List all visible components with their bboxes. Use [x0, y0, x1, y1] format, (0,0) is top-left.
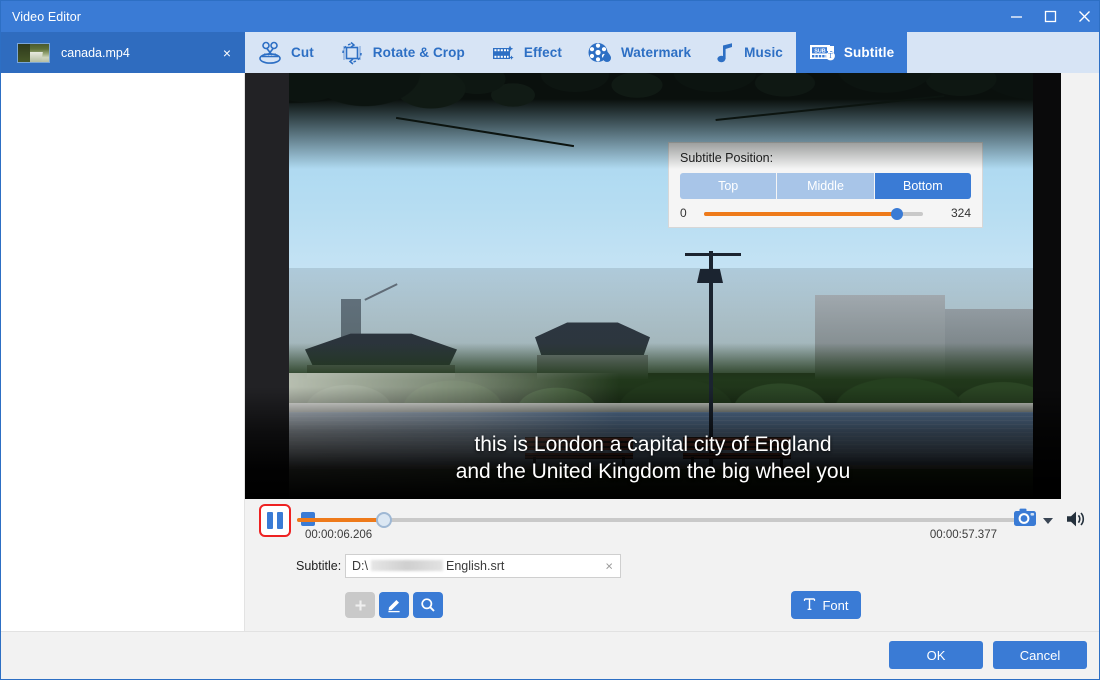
path-suffix: English.srt [445, 559, 505, 573]
snapshot-camera-icon[interactable] [1013, 507, 1039, 534]
font-T-icon [803, 597, 816, 614]
lamp-arm [685, 253, 741, 256]
subtitle-line-2: and the United Kingdom the big wheel you [455, 460, 851, 483]
minimize-button[interactable] [999, 1, 1033, 32]
total-time-label: 00:00:57.377 [929, 529, 997, 541]
search-icon [421, 598, 435, 612]
subtitle-icon: SUB T [808, 41, 836, 65]
window-controls [999, 1, 1099, 32]
tab-strip: canada.mp4 × Cut Rotate & Crop Effect Wa… [1, 32, 1099, 73]
add-subtitle-button[interactable] [345, 592, 375, 618]
current-time-label: 00:00:06.206 [305, 529, 373, 541]
svg-text:SUB: SUB [814, 48, 825, 54]
pause-button-highlight[interactable] [259, 504, 291, 537]
editor-stage: this is London a capital city of England… [245, 73, 1099, 633]
pencil-icon [388, 600, 400, 613]
window-title: Video Editor [12, 9, 82, 24]
font-button-label: Font [822, 597, 849, 613]
dialog-footer: OK Cancel [1, 631, 1099, 679]
tab-subtitle-label: Subtitle [843, 45, 895, 60]
file-tab-close-icon[interactable]: × [223, 46, 231, 60]
seek-slider-thumb[interactable] [376, 512, 393, 528]
tab-music[interactable]: Music [704, 32, 796, 73]
subtitle-line-1: this is London a capital city of England [474, 433, 832, 456]
edit-subtitle-button[interactable] [379, 592, 409, 618]
tab-subtitle[interactable]: SUB T Subtitle [795, 32, 908, 73]
video-preview[interactable]: this is London a capital city of England… [245, 73, 1061, 499]
volume-icon[interactable] [1065, 509, 1087, 534]
seek-slider-track[interactable] [297, 512, 1036, 528]
tab-watermark-label: Watermark [620, 45, 692, 60]
ok-button[interactable]: OK [889, 641, 983, 669]
rotate-crop-icon [339, 41, 365, 65]
scissors-icon [257, 41, 283, 65]
file-tab-label: canada.mp4 [61, 45, 130, 60]
seek-slider-fill [297, 518, 385, 522]
font-button[interactable]: Font [791, 591, 861, 619]
svg-text:T: T [828, 52, 833, 60]
tab-watermark[interactable]: Watermark [575, 32, 704, 73]
pause-icon [267, 512, 283, 529]
tab-cut-label: Cut [291, 45, 314, 60]
path-prefix: D:\ [352, 559, 368, 573]
close-button[interactable] [1067, 1, 1099, 32]
tab-effect[interactable]: Effect [478, 32, 575, 73]
cancel-button[interactable]: Cancel [993, 641, 1087, 669]
tab-cut[interactable]: Cut [245, 32, 327, 73]
redacted-path-segment [370, 560, 443, 571]
plus-icon [355, 600, 365, 610]
search-subtitle-button[interactable] [413, 592, 443, 618]
editor-toolbar: Cut Rotate & Crop Effect Watermark Music… [245, 32, 1099, 73]
tab-rotate-crop-label: Rotate & Crop [372, 45, 465, 60]
video-editor-window: Video Editor canada.mp4 × Cut Rotate & C… [0, 0, 1100, 680]
chevron-down-icon[interactable] [1043, 518, 1053, 524]
left-file-panel [1, 73, 245, 633]
file-thumbnail [17, 42, 50, 63]
title-bar: Video Editor [1, 1, 1099, 32]
subtitle-path-value: D:\ English.srt [346, 559, 504, 573]
music-note-icon [716, 41, 736, 65]
watermark-icon [587, 41, 613, 65]
subtitle-overlay: this is London a capital city of England… [245, 431, 1061, 485]
subtitle-settings: Subtitle: D:\ English.srt × Font [245, 547, 1099, 633]
maximize-button[interactable] [1033, 1, 1067, 32]
tab-rotate-crop[interactable]: Rotate & Crop [327, 32, 478, 73]
tab-effect-label: Effect [523, 45, 562, 60]
subtitle-path-input[interactable]: D:\ English.srt × [345, 554, 621, 578]
tab-music-label: Music [744, 45, 783, 60]
effect-icon [490, 41, 516, 65]
player-controls: 00:00:06.206 00:00:57.377 [245, 499, 1099, 547]
file-tab-canada[interactable]: canada.mp4 × [1, 32, 245, 73]
subtitle-field-label: Subtitle: [296, 559, 342, 573]
clear-subtitle-icon[interactable]: × [605, 560, 613, 573]
